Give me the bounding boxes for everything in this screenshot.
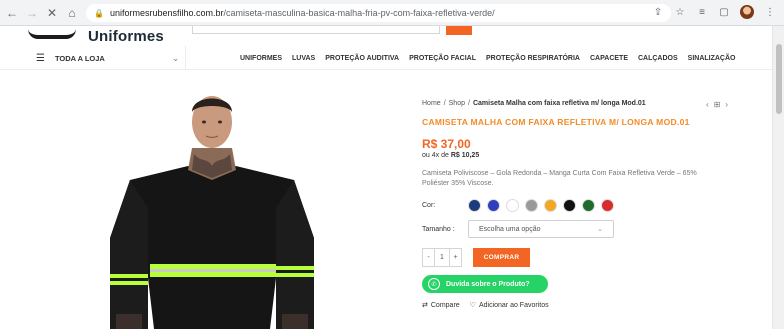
favorites-link[interactable]: ♡ Adicionar ao Favoritos <box>469 301 549 310</box>
heart-icon: ♡ <box>469 302 476 309</box>
all-store-label: TODA A LOJA <box>54 53 105 63</box>
more-menu-icon[interactable]: ⋮ <box>764 7 776 18</box>
color-swatch[interactable] <box>468 199 481 212</box>
whatsapp-icon: ✆ <box>428 278 440 290</box>
back-arrow-icon[interactable]: ← <box>4 5 20 21</box>
color-swatch[interactable] <box>506 199 519 212</box>
color-swatch[interactable] <box>601 199 614 212</box>
product-pager: ‹ ⊞ › <box>706 100 728 109</box>
prev-product-icon[interactable]: ‹ <box>706 100 709 109</box>
search-button[interactable] <box>446 26 472 35</box>
product-details: Home / Shop / Camiseta Malha com faixa r… <box>422 100 752 309</box>
breadcrumb-home[interactable]: Home <box>422 100 441 107</box>
home-icon[interactable]: ⌂ <box>64 5 80 21</box>
hamburger-icon: ☰ <box>36 52 45 64</box>
menu-item-calcados[interactable]: CALÇADOS <box>638 55 678 62</box>
page-scrollbar[interactable] <box>772 26 784 329</box>
compare-label: Compare <box>430 301 460 309</box>
size-label: Tamanho : <box>422 225 455 233</box>
share-icon[interactable]: ⇪ <box>652 7 664 18</box>
breadcrumb: Home / Shop / Camiseta Malha com faixa r… <box>422 100 752 107</box>
color-swatch[interactable] <box>582 199 595 212</box>
size-select-value: Escolha uma opção <box>479 225 541 233</box>
color-selector: Cor: <box>422 199 752 212</box>
reading-list-icon[interactable]: ≡ <box>696 7 708 18</box>
color-swatch[interactable] <box>563 199 576 212</box>
size-selector: Tamanho : Escolha uma opção ⌄ <box>422 220 752 238</box>
purchase-row: - 1 + COMPRAR <box>422 248 752 267</box>
star-icon[interactable]: ☆ <box>674 7 686 18</box>
breadcrumb-current: Camiseta Malha com faixa refletiva m/ lo… <box>472 100 646 107</box>
menu-item-luvas[interactable]: LUVAS <box>292 55 315 62</box>
compare-icon: ⇄ <box>422 302 428 309</box>
compare-link[interactable]: ⇄ Compare <box>422 301 460 310</box>
color-swatch[interactable] <box>544 199 557 212</box>
site-logo[interactable]: Uniformes <box>28 26 164 46</box>
product-image[interactable] <box>100 88 324 329</box>
category-navbar: ☰ TODA A LOJA ⌄ UNIFORMES LUVAS PROTEÇÃO… <box>0 46 772 70</box>
color-label: Cor: <box>422 202 436 209</box>
menu-item-uniformes[interactable]: UNIFORMES <box>240 55 282 62</box>
product-title: CAMISETA MALHA COM FAIXA REFLETIVA M/ LO… <box>422 117 690 127</box>
product-actions: ⇄ Compare ♡ Adicionar ao Favoritos <box>422 301 752 310</box>
chevron-down-icon: ⌄ <box>172 53 179 63</box>
whatsapp-label: Duvida sobre o Produto? <box>446 280 530 288</box>
whatsapp-button[interactable]: ✆ Duvida sobre o Produto? <box>422 275 548 293</box>
menu-item-capacete[interactable]: CAPACETE <box>590 55 628 62</box>
url-domain: uniformesrubensfilho.com.br <box>109 8 224 18</box>
favorites-label: Adicionar ao Favoritos <box>478 301 549 309</box>
all-store-dropdown[interactable]: ☰ TODA A LOJA ⌄ <box>36 46 186 70</box>
search-input[interactable] <box>192 26 440 34</box>
forward-arrow-icon[interactable]: → <box>24 5 40 21</box>
profile-avatar[interactable] <box>740 5 754 19</box>
size-select[interactable]: Escolha uma opção ⌄ <box>468 220 614 238</box>
grid-icon[interactable]: ⊞ <box>714 100 721 109</box>
scroll-thumb[interactable] <box>776 44 782 114</box>
product-description: Camiseta Poliviscose – Gola Redonda – Ma… <box>422 170 697 187</box>
browser-toolbar: ← → ✕ ⌂ 🔒 uniformesrubensfilho.com.br/ca… <box>0 0 784 26</box>
color-swatch[interactable] <box>487 199 500 212</box>
menu-item-protecao-auditiva[interactable]: PROTEÇÃO AUDITIVA <box>325 55 399 62</box>
installment-prefix: ou 4x de <box>422 152 451 159</box>
logo-mark-icon <box>28 29 76 43</box>
stop-loading-icon[interactable]: ✕ <box>44 5 60 21</box>
product-price: R$ 37,00 <box>422 137 471 151</box>
menu-item-protecao-facial[interactable]: PROTEÇÃO FACIAL <box>409 55 476 62</box>
color-swatch[interactable] <box>525 199 538 212</box>
buy-button[interactable]: COMPRAR <box>473 248 530 267</box>
installment-value: R$ 10,25 <box>450 152 480 159</box>
installment-text: ou 4x de R$ 10,25 <box>422 152 752 159</box>
logo-text: Uniformes <box>88 27 164 45</box>
menu-item-protecao-respiratoria[interactable]: PROTEÇÃO RESPIRATÓRIA <box>486 55 580 62</box>
url-path: /camiseta-masculina-basica-malha-fria-pv… <box>223 8 495 18</box>
chevron-down-icon: ⌄ <box>597 226 603 233</box>
color-swatches <box>468 199 614 212</box>
qty-plus-button[interactable]: + <box>450 249 461 266</box>
qty-minus-button[interactable]: - <box>423 249 434 266</box>
breadcrumb-sep: / <box>468 100 470 107</box>
main-menu: UNIFORMES LUVAS PROTEÇÃO AUDITIVA PROTEÇ… <box>240 46 736 70</box>
sidebar-icon[interactable]: ▢ <box>718 7 730 18</box>
menu-item-sinalizacao[interactable]: SINALIZAÇÃO <box>688 55 736 62</box>
breadcrumb-shop[interactable]: Shop <box>449 100 465 107</box>
address-bar[interactable]: 🔒 uniformesrubensfilho.com.br/camiseta-m… <box>86 4 671 22</box>
qty-input[interactable]: 1 <box>434 249 450 266</box>
quantity-stepper: - 1 + <box>422 248 462 267</box>
next-product-icon[interactable]: › <box>725 100 728 109</box>
breadcrumb-sep: / <box>443 100 446 107</box>
lock-icon: 🔒 <box>94 8 104 18</box>
